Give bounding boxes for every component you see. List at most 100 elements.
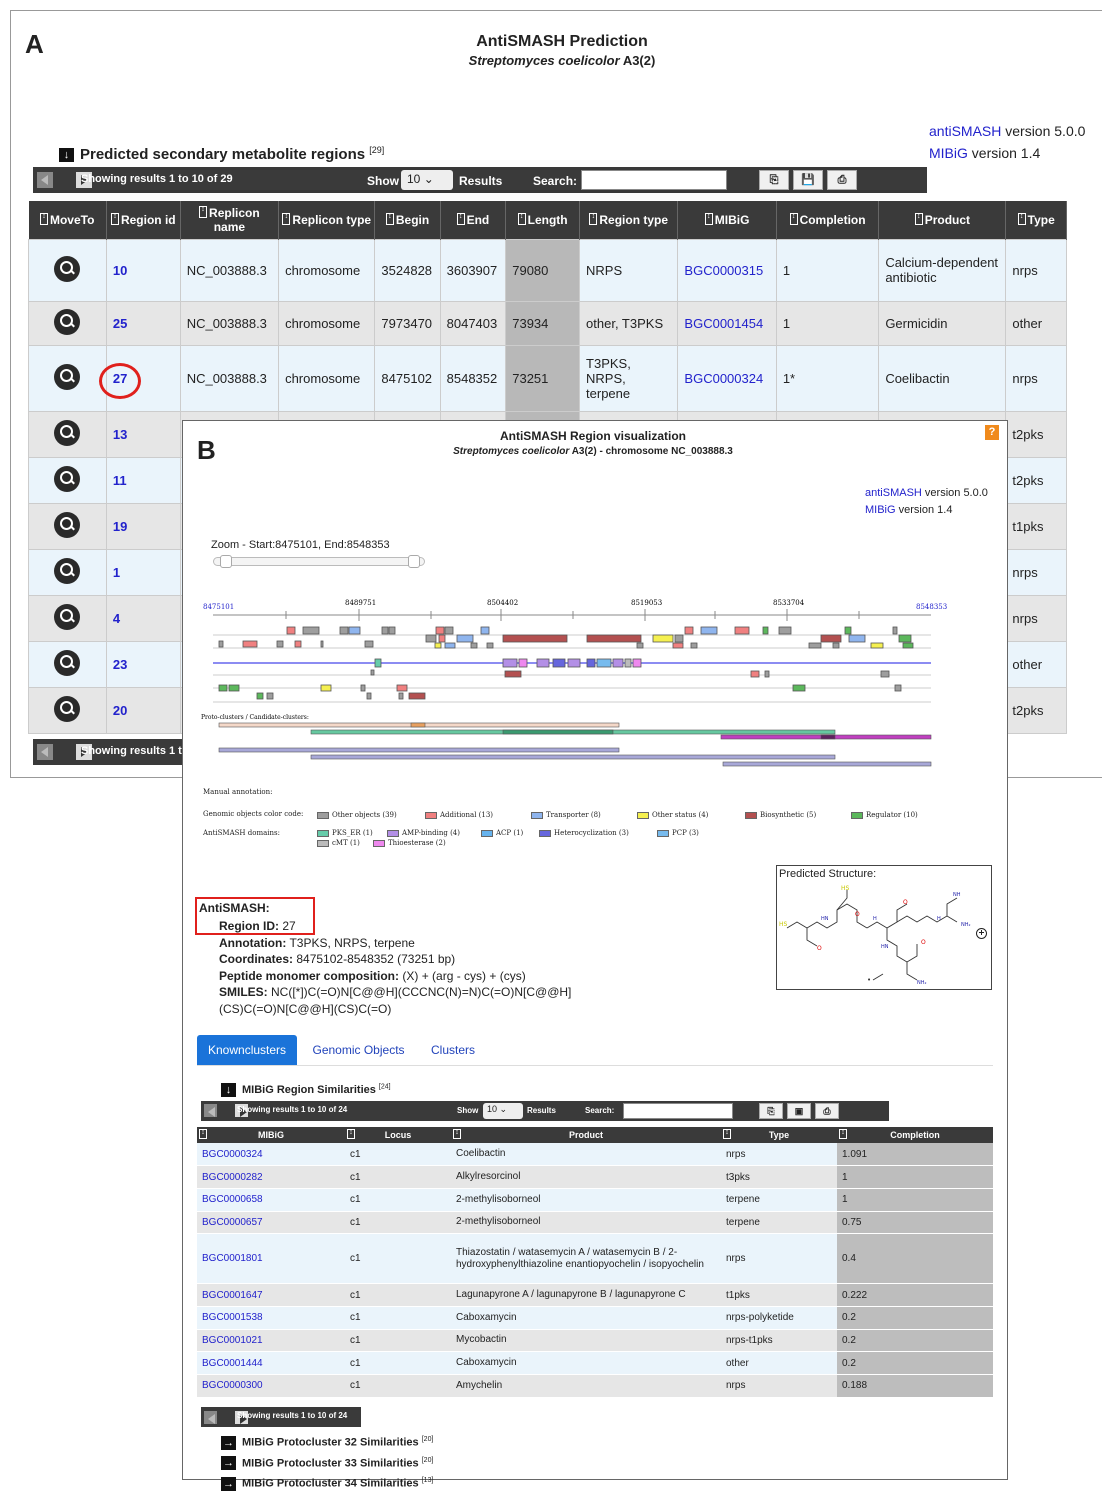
cell-rtype: chromosome (278, 238, 376, 302)
cell-type: nrps (1005, 594, 1067, 642)
sim-cell-type: other (721, 1351, 837, 1375)
magnify-icon[interactable] (54, 695, 81, 722)
column-header[interactable]: ↕ Replicon name (180, 201, 280, 239)
save-icon[interactable]: 💾 (793, 170, 823, 190)
sim-cell-mibig[interactable]: BGC0001801 (197, 1233, 345, 1285)
cell-mibig[interactable]: BGC0001454 (677, 300, 777, 346)
cell-mibig[interactable]: BGC0000315 (677, 238, 777, 302)
viz-mibig-link[interactable]: MIBiG (865, 504, 896, 516)
legend-swatch (637, 811, 649, 819)
sim-cell-locus: c1 (345, 1351, 451, 1375)
zoom-handle-end[interactable] (408, 555, 420, 568)
column-header[interactable]: ↕ MoveTo (28, 201, 107, 239)
tab-genomic-objects[interactable]: Genomic Objects (302, 1035, 416, 1065)
sim-cell-mibig[interactable]: BGC0000324 (197, 1143, 345, 1167)
viz-antismash-link[interactable]: antiSMASH (865, 487, 922, 499)
region-id-link[interactable]: 19 (105, 502, 181, 550)
magnify-icon[interactable] (54, 308, 81, 335)
sim-cell-completion: 1.091 (837, 1143, 993, 1167)
region-id-link[interactable]: 25 (105, 300, 181, 346)
zoom-slider[interactable] (213, 555, 425, 568)
region-id-link[interactable]: 20 (105, 686, 181, 734)
copy-icon[interactable]: ⎘ (759, 170, 789, 190)
sim-title[interactable]: ↓ MIBiG Region Similarities [24] (221, 1083, 391, 1097)
antismash-link[interactable]: antiSMASH (929, 123, 1001, 139)
sim-column-header[interactable]: ↕ Completion (837, 1127, 993, 1143)
protocluster-32-link[interactable]: → MIBiG Protocluster 32 Similarities [20] (221, 1431, 433, 1452)
region-id-link[interactable]: 10 (105, 238, 181, 302)
cell-product: Germicidin (878, 300, 1007, 346)
region-id-link[interactable]: 13 (105, 410, 181, 458)
column-header[interactable]: ↕ Region id (106, 201, 181, 239)
domain-legend-item: Heterocyclization (3) (539, 829, 629, 837)
column-header[interactable]: ↕ Length (505, 201, 581, 239)
sim-copy-icon[interactable]: ⎘ (759, 1103, 783, 1119)
sim-cell-mibig[interactable]: BGC0000300 (197, 1374, 345, 1398)
sim-page-size-select[interactable]: 10 ⌄ (483, 1103, 523, 1119)
sim-cell-mibig[interactable]: BGC0001538 (197, 1306, 345, 1330)
magnify-icon[interactable] (54, 255, 81, 282)
sort-icon: ↕ (914, 212, 923, 225)
sort-icon: ↕ (282, 212, 291, 225)
sim-cell-mibig[interactable]: BGC0001647 (197, 1283, 345, 1307)
protocluster-34-link[interactable]: → MIBiG Protocluster 34 Similarities [13] (221, 1472, 433, 1493)
sim-column-header[interactable]: ↕ MIBiG (197, 1127, 345, 1143)
mibig-link[interactable]: MIBiG (929, 145, 968, 161)
zoom-handle-start[interactable] (220, 555, 232, 568)
sim-prev-button[interactable] (204, 1104, 217, 1117)
sim-cell-mibig[interactable]: BGC0000282 (197, 1165, 345, 1189)
magnify-icon[interactable] (54, 511, 81, 538)
column-header[interactable]: ↕ MIBiG (677, 201, 777, 239)
sort-icon: ↕ (589, 212, 598, 225)
sim-bottom-prev-button[interactable] (204, 1411, 217, 1425)
column-header[interactable]: ↕ Product (878, 201, 1007, 239)
region-id-link[interactable]: 4 (105, 594, 181, 642)
print-icon[interactable]: ⎙ (827, 170, 857, 190)
sim-print-icon[interactable]: ⎙ (815, 1103, 839, 1119)
domains-label: AntiSMASH domains: (203, 829, 280, 837)
zoom-in-icon[interactable] (976, 928, 987, 939)
sim-cell-mibig[interactable]: BGC0000658 (197, 1188, 345, 1212)
help-icon[interactable]: ? (985, 425, 999, 440)
move-to-cell (28, 594, 107, 642)
cell-mibig[interactable]: BGC0000324 (677, 344, 777, 412)
column-header[interactable]: ↕ Completion (776, 201, 880, 239)
column-header[interactable]: ↕ Region type (579, 201, 679, 239)
column-header[interactable]: ↕ Type (1005, 201, 1067, 239)
column-header[interactable]: ↕ Begin (374, 201, 441, 239)
prev-page-button[interactable] (37, 172, 53, 188)
region-id-link[interactable]: 23 (105, 640, 181, 688)
sim-cell-mibig[interactable]: BGC0001021 (197, 1329, 345, 1353)
section-title[interactable]: ↓ Predicted secondary metabolite regions … (59, 145, 384, 163)
svg-text:HS: HS (779, 921, 788, 928)
magnify-icon[interactable] (54, 419, 81, 446)
legend-swatch (481, 829, 493, 837)
column-header[interactable]: ↕ Replicon type (278, 201, 376, 239)
search-input[interactable] (581, 170, 727, 190)
move-to-cell (28, 548, 107, 596)
magnify-icon[interactable] (54, 603, 81, 630)
tab-clusters[interactable]: Clusters (420, 1035, 486, 1065)
legend-swatch (539, 829, 551, 837)
tab-knownclusters[interactable]: Knownclusters (197, 1035, 298, 1065)
sim-cell-locus: c1 (345, 1233, 451, 1285)
magnify-icon[interactable] (54, 465, 81, 492)
magnify-icon[interactable] (54, 363, 81, 390)
protocluster-33-link[interactable]: → MIBiG Protocluster 33 Similarities [20] (221, 1452, 433, 1473)
sim-column-header[interactable]: ↕ Product (451, 1127, 721, 1143)
sim-cell-mibig[interactable]: BGC0001444 (197, 1351, 345, 1375)
sim-save-icon[interactable]: ▣ (787, 1103, 811, 1119)
sim-table-row: BGC0000324 c1 Coelibactin nrps 1.091 (197, 1143, 993, 1167)
bottom-prev-button[interactable] (37, 744, 53, 760)
region-id-link[interactable]: 11 (105, 456, 181, 504)
page-size-select[interactable]: 10 ⌄ (401, 170, 453, 190)
magnify-icon[interactable] (54, 557, 81, 584)
region-id-link[interactable]: 1 (105, 548, 181, 596)
sim-column-header[interactable]: ↕ Locus (345, 1127, 451, 1143)
sim-search-input[interactable] (623, 1103, 733, 1119)
sim-cell-mibig[interactable]: BGC0000657 (197, 1211, 345, 1235)
bottom-showing: Showing results 1 to (81, 745, 189, 757)
magnify-icon[interactable] (54, 649, 81, 676)
column-header[interactable]: ↕ End (440, 201, 507, 239)
sim-column-header[interactable]: ↕ Type (721, 1127, 837, 1143)
